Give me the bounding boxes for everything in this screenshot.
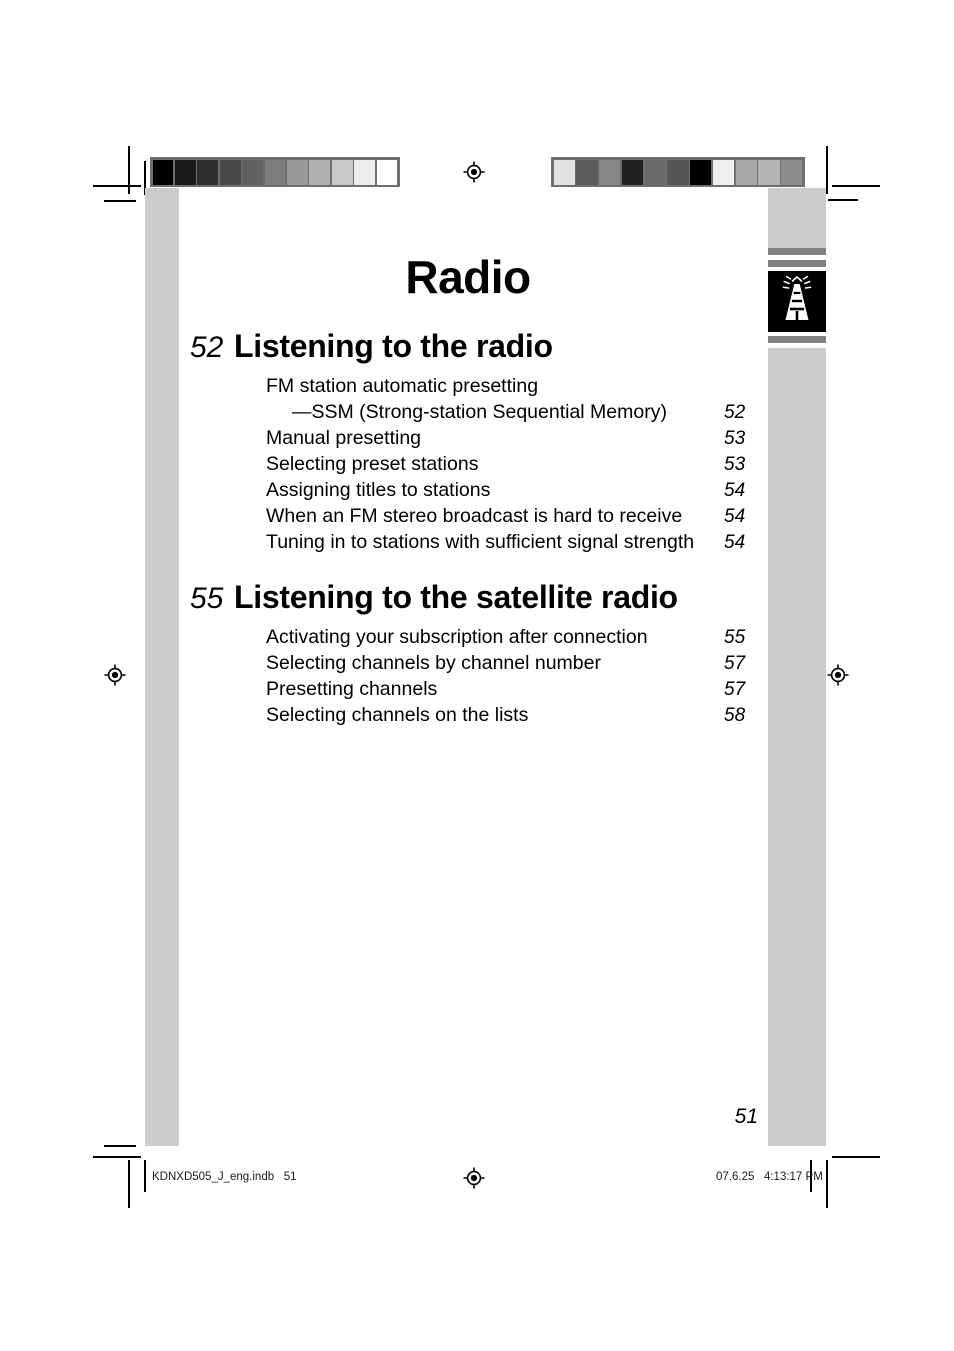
crop-mark-top-right-vertical [826,146,828,194]
calibration-left-swatch [264,159,286,185]
toc-entry-label: Assigning titles to stations [266,478,491,501]
calibration-left-swatch [219,159,241,185]
table-of-contents: Radio 52 Listening to the radio FM stati… [178,240,758,729]
toc-entry-list: Activating your subscription after conne… [178,625,758,729]
calibration-right-swatch [690,159,712,185]
toc-section: 55 Listening to the satellite radio Acti… [178,579,758,729]
calibration-right-swatch [667,159,689,185]
left-margin-bar [145,188,179,1146]
calibration-left-swatch [152,159,174,185]
toc-entry[interactable]: Manual presetting 53 [266,426,758,452]
calibration-right-swatch [553,159,575,185]
crop-mark-bottom-left-vertical [128,1160,130,1208]
toc-section-heading[interactable]: 52 Listening to the radio [178,328,758,365]
crop-mark-bottom-left-inner-vertical [144,1160,146,1192]
registration-target-left-middle [104,664,126,686]
imposition-timestamp: 07.6.25 4:13:17 PM [716,1171,823,1183]
calibration-right-swatch [576,159,598,185]
toc-entry[interactable]: FM station automatic presetting [266,374,758,400]
toc-section-number: 55 [190,582,224,616]
toc-entry-label: Tuning in to stations with sufficient si… [266,530,695,553]
calibration-left-swatch [174,159,196,185]
calibration-right-swatch [599,159,621,185]
toc-entry-list: FM station automatic presetting —SSM (St… [178,374,758,555]
toc-entry-page: 54 [724,479,746,501]
toc-entry-label: —SSM (Strong-station Sequential Memory) [292,400,667,423]
calibration-right-swatch [781,159,803,185]
printed-page: Radio 52 Listening to the radio FM stati… [0,0,954,1351]
toc-entry[interactable]: —SSM (Strong-station Sequential Memory) … [266,400,758,426]
tab-stripe-upper-2 [768,260,826,267]
calibration-right-swatch [758,159,780,185]
radio-antenna-tower-icon [782,275,812,320]
toc-entry[interactable]: Selecting channels by channel number 57 [266,651,758,677]
toc-entry-label: Presetting channels [266,678,438,701]
toc-section-heading[interactable]: 55 Listening to the satellite radio [178,579,758,616]
calibration-left-swatch [331,159,353,185]
calibration-left-swatch [242,159,264,185]
toc-entry-label: Selecting channels by channel number [266,652,601,675]
crop-mark-bottom-right-vertical [826,1160,828,1208]
toc-entry[interactable]: Assigning titles to stations 54 [266,478,758,504]
toc-section-title: Listening to the satellite radio [234,579,678,616]
right-margin-bar-lower [768,345,826,1146]
page-title: Radio [405,251,531,303]
registration-target-right-middle [827,664,849,686]
toc-section: 52 Listening to the radio FM station aut… [178,328,758,555]
toc-entry[interactable]: When an FM stereo broadcast is hard to r… [266,504,758,530]
toc-entry-label: Selecting channels on the lists [266,704,529,727]
calibration-left-swatch [376,159,398,185]
calibration-right-swatch [712,159,735,185]
toc-entry[interactable]: Selecting channels on the lists 58 [266,703,758,729]
toc-entry-label: Activating your subscription after conne… [266,626,648,649]
tab-stripe-upper-1 [768,248,826,255]
section-index-tab[interactable] [768,248,826,348]
tab-stripe-lower-1 [768,336,826,343]
crop-mark-bottom-right-horizontal [832,1156,880,1158]
toc-entry[interactable]: Selecting preset stations 53 [266,452,758,478]
toc-entry-page: 57 [724,679,746,701]
registration-target-bottom-center [463,1167,485,1189]
toc-entry-page: 58 [724,705,746,727]
toc-entry-page: 53 [724,427,746,449]
registration-target-top-center [463,161,485,183]
crop-mark-bottom-left-horizontal [93,1156,141,1158]
toc-entry-page: 57 [724,653,746,675]
crop-mark-top-left-horizontal [93,185,141,187]
crop-mark-top-right-horizontal [832,185,880,187]
toc-entry-label: When an FM stereo broadcast is hard to r… [266,504,683,527]
crop-mark-top-right-inner-horizontal [828,199,858,201]
toc-entry-label: FM station automatic presetting [266,375,539,397]
crop-mark-top-left-inner-horizontal [104,200,136,202]
calibration-left-swatch [286,159,308,185]
calibration-left-swatch [309,159,331,185]
calibration-left-swatch [197,159,219,185]
toc-entry[interactable]: Tuning in to stations with sufficient si… [266,530,758,556]
tab-icon-block [768,271,826,332]
calibration-right-swatch [735,159,757,185]
toc-entry[interactable]: Activating your subscription after conne… [266,625,758,651]
right-margin-bar-upper [768,188,826,248]
toc-entry-page: 52 [724,401,746,423]
tab-gap-lower-2 [768,343,826,348]
calibration-right-swatch [621,159,644,185]
toc-section-number: 52 [190,331,224,364]
toc-entry-label: Selecting preset stations [266,452,479,475]
toc-entry-page: 53 [724,453,746,475]
toc-entry-page: 54 [724,531,746,553]
toc-section-title: Listening to the radio [234,328,553,364]
crop-mark-bottom-left-inner-horizontal [104,1145,136,1147]
toc-entry[interactable]: Presetting channels 57 [266,677,758,703]
grayscale-calibration-bar-left [150,157,400,187]
calibration-left-swatch [354,159,376,185]
toc-entry-page: 54 [724,505,746,527]
toc-entry-label: Manual presetting [266,426,422,449]
imposition-filename: KDNXD505_J_eng.indb 51 [152,1171,297,1183]
toc-entry-page: 55 [724,627,746,649]
folio-page-number: 51 [734,1105,758,1128]
calibration-right-swatch [644,159,666,185]
grayscale-calibration-bar-right [551,157,805,187]
